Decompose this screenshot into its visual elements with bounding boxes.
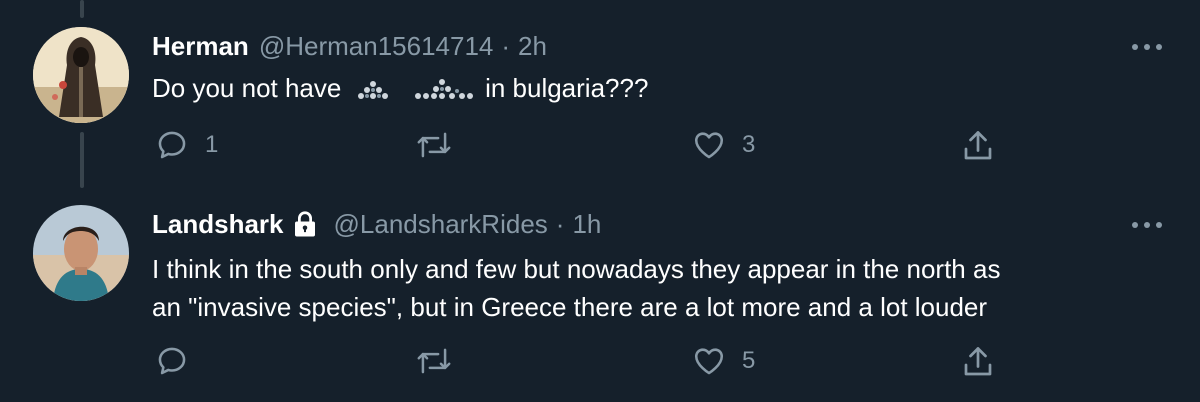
- more-icon-dot: [1156, 222, 1162, 228]
- timestamp[interactable]: 1h: [572, 209, 601, 239]
- lock-icon: [290, 209, 320, 239]
- user-handle[interactable]: @LandsharkRides: [334, 209, 548, 239]
- separator-dot: ·: [555, 209, 565, 239]
- avatar-image: [33, 205, 129, 301]
- like-icon: [694, 348, 724, 375]
- retweet-icon: [417, 348, 451, 374]
- display-name[interactable]: Landshark: [152, 209, 284, 239]
- reply-icon: [158, 347, 186, 375]
- tweet-text-line: I think in the south only and few but no…: [152, 254, 1001, 284]
- more-icon-dot: [1144, 222, 1150, 228]
- share-icon: [964, 347, 992, 376]
- more-icon: [1132, 222, 1138, 228]
- tweet-text: I think in the south only and few but no…: [152, 250, 1172, 326]
- share-button[interactable]: [960, 344, 996, 380]
- tweet-landshark[interactable]: Landshark @LandsharkRides · 1h I think i…: [0, 0, 1200, 402]
- tweet-text-line: an "invasive species", but in Greece the…: [152, 292, 988, 322]
- reply-button[interactable]: [155, 344, 205, 378]
- like-button[interactable]: 5: [692, 344, 755, 378]
- tweet-actions: 5: [0, 344, 1200, 384]
- like-count: 5: [742, 347, 756, 374]
- retweet-button[interactable]: [416, 344, 468, 378]
- tweet-header: Landshark @LandsharkRides · 1h: [152, 209, 601, 239]
- more-options-button[interactable]: [1132, 220, 1162, 230]
- avatar[interactable]: [33, 205, 129, 301]
